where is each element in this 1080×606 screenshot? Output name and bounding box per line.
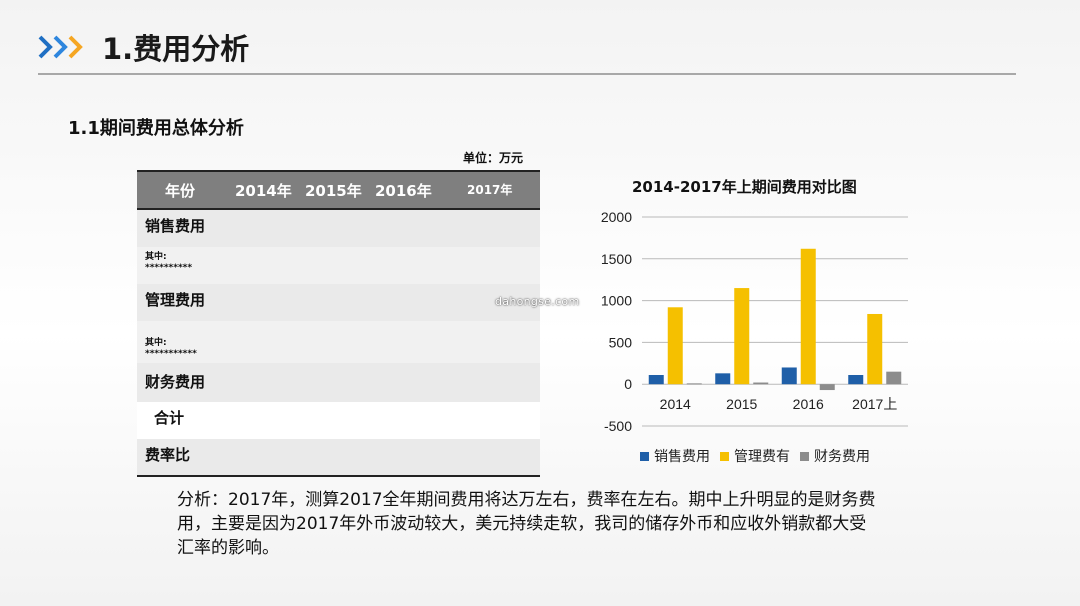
x-tick-label: 2015 — [726, 396, 757, 412]
table-bottom-rule — [137, 475, 540, 477]
legend-swatch — [720, 452, 729, 461]
header-2016: 2016年 — [375, 182, 432, 200]
row-label: 财务费用 — [145, 373, 206, 391]
legend-swatch — [800, 452, 809, 461]
legend-label: 财务费用 — [814, 449, 870, 465]
header-year: 年份 — [165, 182, 196, 200]
row-label: 管理费用 — [145, 291, 206, 309]
analysis-text: 分析：2017年，测算2017全年期间费用将达万左右，费率在左右。期中上升明显的… — [177, 490, 876, 558]
row-label: 销售费用 — [145, 217, 206, 235]
x-tick-label: 2016 — [793, 396, 824, 412]
expense-table: 年份 2014年 2015年 2016年 2017年 销售费用 其中: ****… — [137, 170, 540, 477]
legend-swatch — [640, 452, 649, 461]
section-subtitle: 1.1期间费用总体分析 — [68, 118, 244, 139]
y-tick-label: 1000 — [601, 293, 632, 309]
y-tick-label: -500 — [604, 418, 632, 434]
bar — [715, 373, 731, 385]
table-row-total: 合计 — [137, 402, 540, 439]
unit-label: 单位：万元 — [463, 151, 524, 165]
table-row-sales-detail: 其中: ********** — [137, 247, 540, 284]
title-divider — [38, 73, 1016, 75]
bar — [686, 383, 702, 385]
chart-title: 2014-2017年上期间费用对比图 — [632, 178, 857, 196]
legend-label: 管理费有 — [734, 449, 790, 465]
x-tick-label: 2014 — [660, 396, 691, 412]
row-label: 其中: — [145, 252, 167, 262]
expense-bar-chart: 2000 1500 1000 500 0 -500 2014 2015 2016 2017上销售费… — [601, 209, 908, 465]
chevron-arrows-icon — [38, 35, 83, 59]
table-row-finance: 财务费用 — [137, 363, 540, 402]
legend-label: 销售费用 — [654, 449, 710, 465]
x-tick-label: 2017上 — [852, 396, 897, 412]
y-tick-label: 0 — [624, 376, 632, 392]
table-row-admin-detail: 其中: *********** — [137, 321, 540, 363]
bar — [867, 313, 883, 385]
y-tick-label: 500 — [609, 334, 633, 350]
row-note: *********** — [145, 349, 197, 359]
watermark: dahongse.com — [495, 295, 580, 308]
row-label: 其中: — [145, 338, 167, 348]
row-label: 合计 — [154, 409, 185, 427]
y-tick-label: 2000 — [601, 209, 632, 225]
y-tick-label: 1500 — [601, 251, 632, 267]
row-note: ********** — [145, 263, 193, 273]
header-2015: 2015年 — [305, 182, 362, 200]
bar — [819, 384, 835, 391]
page-title: 1.费用分析 — [102, 32, 250, 66]
bar — [886, 371, 902, 385]
bar — [734, 288, 750, 385]
bar — [800, 248, 816, 385]
bar — [753, 382, 769, 385]
row-label: 费率比 — [145, 446, 191, 464]
bar — [848, 375, 864, 385]
bar — [667, 307, 683, 385]
table-row-sales: 销售费用 — [137, 210, 540, 247]
table-row-admin: 管理费用 — [137, 284, 540, 321]
header-2017: 2017年 — [467, 183, 513, 197]
bar — [781, 367, 797, 385]
bar — [648, 375, 664, 385]
header-2014: 2014年 — [235, 182, 292, 200]
table-row-rate: 费率比 — [137, 439, 540, 475]
table-header-row: 年份 2014年 2015年 2016年 2017年 — [137, 170, 540, 210]
